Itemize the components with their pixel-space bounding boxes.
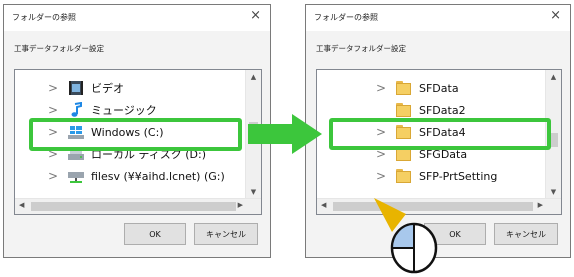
horizontal-scrollbar[interactable]: ◀ ▶ (15, 198, 261, 214)
tree-item-label: SFData (419, 81, 459, 95)
expand-chevron-icon[interactable]: > (45, 169, 61, 183)
close-icon[interactable]: × (550, 9, 561, 22)
cancel-button[interactable]: キャンセル (194, 223, 258, 245)
dialog-description: 工事データフォルダー設定 (14, 44, 104, 53)
cancel-button[interactable]: キャンセル (494, 223, 558, 245)
video-icon (67, 80, 85, 96)
expand-chevron-icon[interactable]: > (373, 169, 389, 183)
expand-chevron-icon[interactable]: > (45, 103, 61, 117)
arrow-right-icon (248, 114, 322, 154)
dialog-title: フォルダーの参照 (12, 13, 76, 22)
tree-item-video[interactable]: > ビデオ (15, 77, 124, 99)
scroll-right-icon[interactable]: ▶ (238, 201, 243, 209)
tree-item-label: ミュージック (91, 104, 157, 117)
scroll-left-icon[interactable]: ◀ (19, 201, 24, 209)
title-bar: フォルダーの参照 × (4, 5, 270, 31)
tree-item-label: ビデオ (91, 82, 124, 95)
highlight-windows-c (29, 118, 242, 151)
tree-item-sfdata[interactable]: > SFData (317, 77, 459, 99)
dialog-description: 工事データフォルダー設定 (316, 44, 406, 53)
scroll-thumb[interactable] (31, 202, 236, 211)
scroll-right-icon[interactable]: ▶ (538, 201, 543, 209)
expand-chevron-icon[interactable]: > (45, 81, 61, 95)
folder-icon (395, 168, 413, 184)
tree-item-label: SFP-PrtSetting (419, 169, 498, 183)
tree-item-sfp-prtsetting[interactable]: > SFP-PrtSetting (317, 165, 497, 187)
dialog-title: フォルダーの参照 (314, 13, 378, 22)
scroll-up-icon[interactable]: ▲ (546, 73, 561, 81)
close-icon[interactable]: × (250, 9, 261, 22)
folder-icon (395, 80, 413, 96)
tree-item-filesv-g[interactable]: > filesv (¥¥aihd.lcnet) (G:) (15, 165, 225, 187)
tree-item-label: SFData2 (419, 103, 466, 117)
scroll-down-icon[interactable]: ▼ (246, 188, 261, 196)
expand-chevron-icon[interactable]: > (373, 81, 389, 95)
folder-icon (395, 102, 413, 118)
tree-item-label: filesv (¥¥aihd.lcnet) (G:) (91, 169, 225, 183)
ok-button[interactable]: OK (124, 223, 186, 245)
scroll-down-icon[interactable]: ▼ (546, 188, 561, 196)
scroll-up-icon[interactable]: ▲ (246, 73, 261, 81)
mouse-click-pointer-icon (374, 198, 438, 274)
title-bar: フォルダーの参照 × (306, 5, 570, 31)
scroll-left-icon[interactable]: ◀ (321, 201, 326, 209)
network-drive-icon (67, 168, 85, 184)
music-icon (67, 101, 85, 118)
highlight-sfdata4 (329, 118, 551, 150)
